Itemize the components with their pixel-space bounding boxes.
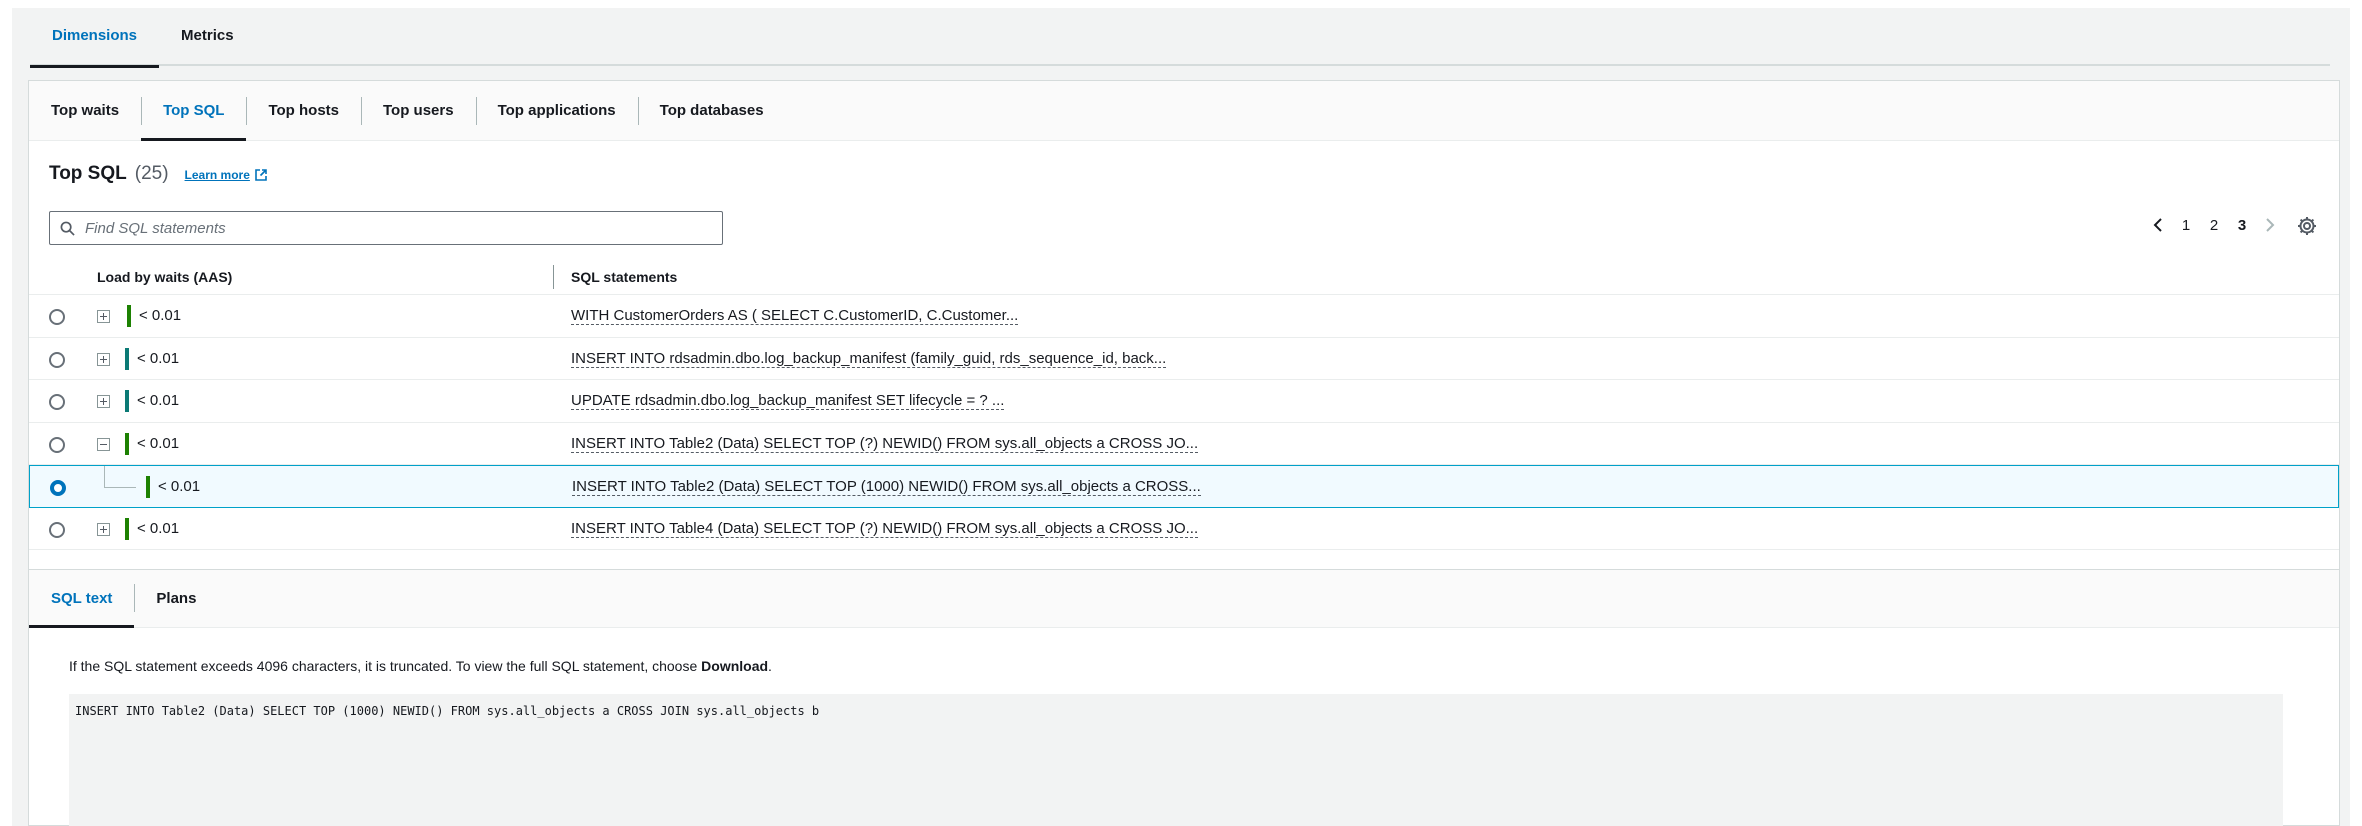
settings-button[interactable] [2295, 214, 2319, 238]
table-row[interactable]: < 0.01 WITH CustomerOrders AS ( SELECT C… [29, 295, 2339, 338]
notice-end: . [768, 658, 772, 674]
search-icon [60, 221, 75, 236]
notice-text: If the SQL statement exceeds 4096 charac… [69, 658, 702, 674]
row-radio-selected[interactable] [50, 480, 66, 496]
tree-connector [104, 466, 105, 488]
page-2-button[interactable]: 2 [2205, 217, 2223, 234]
column-load: Load by waits (AAS) [97, 268, 233, 285]
load-value: < 0.01 [158, 478, 201, 495]
tab-top-waits[interactable]: Top waits [29, 81, 141, 140]
load-bar [125, 390, 129, 412]
load-value: < 0.01 [139, 307, 182, 324]
table-row[interactable]: < 0.01 INSERT INTO rdsadmin.dbo.log_back… [29, 338, 2339, 380]
table-row[interactable]: < 0.01 UPDATE rdsadmin.dbo.log_backup_ma… [29, 380, 2339, 423]
load-bar [125, 517, 129, 540]
sub-tabs: Top waits Top SQL Top hosts Top users To… [29, 81, 2339, 141]
section-title: Top SQL [49, 163, 127, 184]
expand-icon[interactable] [97, 522, 110, 536]
tree-connector [104, 487, 136, 488]
sql-statement-link[interactable]: WITH CustomerOrders AS ( SELECT C.Custom… [571, 307, 1019, 325]
table-header: Load by waits (AAS) SQL statements [29, 259, 2339, 295]
sql-details-panel: SQL text Plans If the SQL statement exce… [28, 570, 2340, 826]
row-radio[interactable] [49, 436, 65, 453]
tab-top-users[interactable]: Top users [361, 81, 476, 140]
page-3-button[interactable]: 3 [2233, 217, 2251, 234]
gear-icon [2298, 217, 2316, 235]
table-row[interactable]: < 0.01 INSERT INTO Table4 (Data) SELECT … [29, 508, 2339, 550]
row-radio[interactable] [49, 521, 65, 538]
row-radio[interactable] [49, 309, 65, 325]
sql-statement-link[interactable]: INSERT INTO rdsadmin.dbo.log_backup_mani… [571, 350, 1167, 368]
learn-more-label: Learn more [184, 168, 250, 182]
page: Dimensions Metrics Top waits Top SQL Top… [12, 8, 2350, 826]
sql-statement-link[interactable]: UPDATE rdsadmin.dbo.log_backup_manifest … [571, 392, 1005, 410]
expand-icon[interactable] [97, 352, 110, 366]
load-bar [127, 305, 131, 327]
column-divider[interactable] [553, 265, 554, 289]
load-value: < 0.01 [137, 434, 180, 452]
tab-top-applications[interactable]: Top applications [475, 81, 638, 140]
next-page-button[interactable] [2261, 213, 2279, 237]
table-row-selected[interactable]: < 0.01 INSERT INTO Table2 (Data) SELECT … [29, 465, 2339, 508]
load-value: < 0.01 [137, 519, 180, 537]
search-input[interactable] [83, 218, 703, 238]
row-radio[interactable] [49, 351, 65, 368]
chevron-left-icon [2153, 218, 2162, 232]
page-1-button[interactable]: 1 [2177, 217, 2195, 234]
sql-statement-link[interactable]: INSERT INTO Table2 (Data) SELECT TOP (?)… [571, 435, 1199, 453]
tab-plans[interactable]: Plans [134, 570, 218, 627]
details-tabs: SQL text Plans [29, 570, 2339, 628]
collapse-icon[interactable] [97, 437, 110, 451]
tab-top-hosts[interactable]: Top hosts [246, 81, 361, 140]
table-row[interactable]: < 0.01 INSERT INTO Table2 (Data) SELECT … [29, 423, 2339, 465]
top-tabs: Dimensions Metrics [30, 8, 2330, 68]
external-link-icon [255, 169, 267, 181]
sql-statement-link[interactable]: INSERT INTO Table2 (Data) SELECT TOP (10… [572, 478, 1201, 496]
column-sql: SQL statements [571, 268, 678, 285]
load-bar [125, 347, 129, 370]
top-sql-table: Load by waits (AAS) SQL statements < 0.0… [29, 259, 2339, 550]
tab-top-databases[interactable]: Top databases [637, 81, 786, 140]
sql-text-box[interactable]: INSERT INTO Table2 (Data) SELECT TOP (10… [69, 694, 2283, 826]
prev-page-button[interactable] [2149, 213, 2167, 237]
section-count: (25) [134, 163, 169, 184]
section-header: Top SQL (25) Learn more [49, 163, 268, 185]
learn-more-link[interactable]: Learn more [185, 168, 268, 182]
truncation-notice: If the SQL statement exceeds 4096 charac… [69, 658, 772, 674]
tab-metrics[interactable]: Metrics [159, 8, 256, 66]
expand-icon[interactable] [97, 310, 110, 323]
load-value: < 0.01 [137, 349, 180, 367]
top-sql-panel: Top waits Top SQL Top hosts Top users To… [28, 80, 2340, 570]
tab-top-sql[interactable]: Top SQL [141, 81, 247, 141]
tab-sql-text[interactable]: SQL text [29, 570, 135, 628]
expand-icon[interactable] [97, 395, 110, 408]
load-bar [125, 432, 129, 455]
load-bar [146, 476, 150, 498]
sql-statement-link[interactable]: INSERT INTO Table4 (Data) SELECT TOP (?)… [571, 520, 1199, 538]
load-value: < 0.01 [137, 392, 180, 409]
chevron-right-icon [2266, 218, 2275, 232]
row-radio[interactable] [49, 394, 65, 410]
tab-dimensions[interactable]: Dimensions [30, 8, 160, 68]
download-label: Download [701, 658, 769, 674]
pagination: 1 2 3 [2149, 213, 2279, 237]
search-box[interactable] [49, 211, 723, 245]
